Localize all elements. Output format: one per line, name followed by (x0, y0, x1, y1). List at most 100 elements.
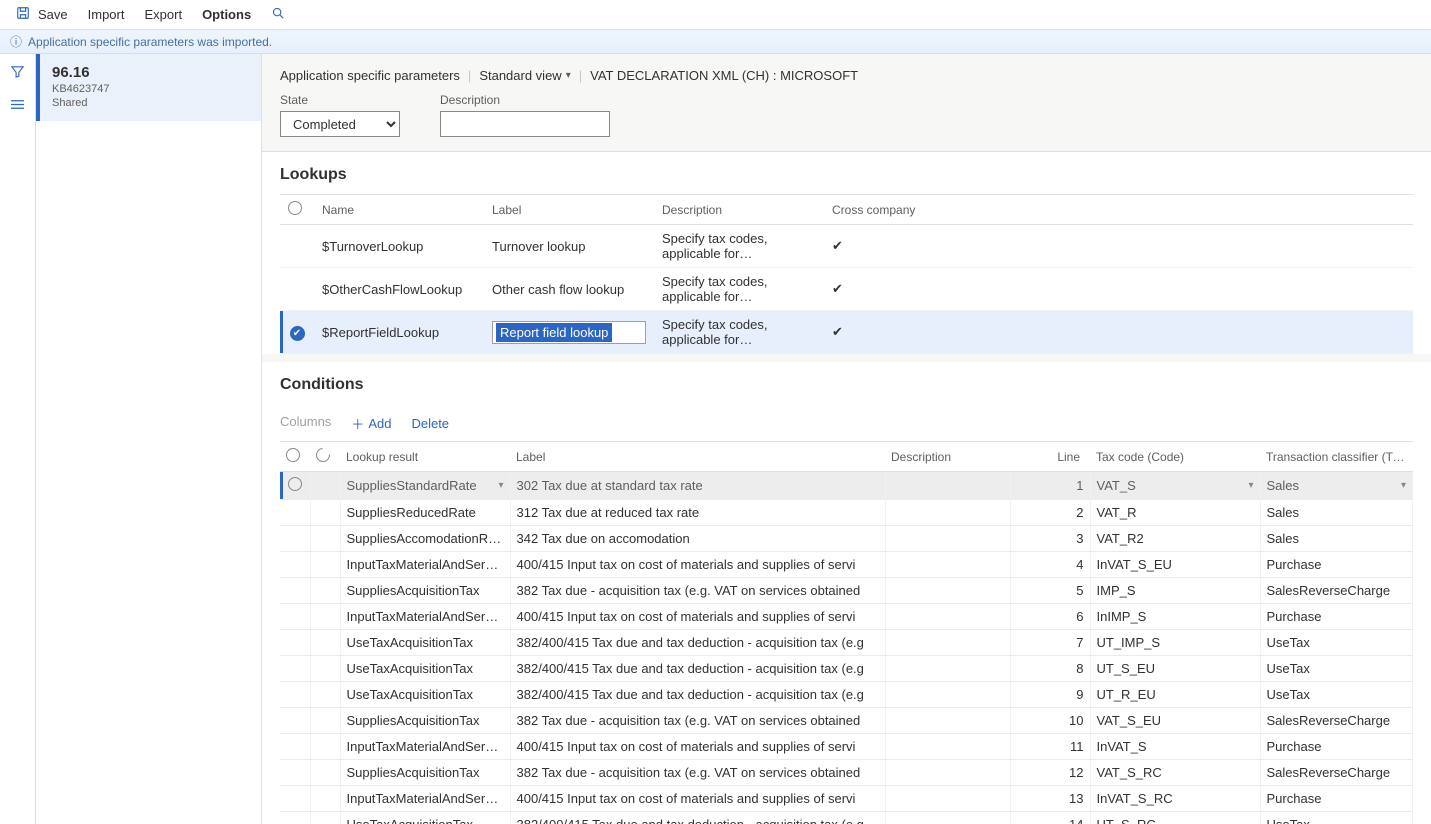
cell-txclass[interactable]: Sales▾ (1260, 472, 1413, 500)
cell-taxcode[interactable]: InIMP_S (1090, 604, 1260, 630)
col-txclass[interactable]: Transaction classifier (TransactionCla… (1260, 442, 1413, 472)
table-row[interactable]: UseTaxAcquisitionTax382/400/415 Tax due … (280, 682, 1413, 708)
cell-txclass[interactable]: SalesReverseCharge (1260, 760, 1413, 786)
cell-txclass[interactable]: Purchase (1260, 786, 1413, 812)
row-selector[interactable] (280, 225, 314, 268)
cell-taxcode[interactable]: InVAT_S_RC (1090, 786, 1260, 812)
col-name[interactable]: Name (314, 195, 484, 225)
col-cross[interactable]: Cross company (824, 195, 1413, 225)
select-all-header[interactable] (280, 195, 314, 225)
table-row[interactable]: UseTaxAcquisitionTax382/400/415 Tax due … (280, 812, 1413, 824)
table-row[interactable]: SuppliesAcquisitionTax382 Tax due - acqu… (280, 708, 1413, 734)
cell-result[interactable]: SuppliesAccomodationRate (340, 526, 510, 552)
table-row[interactable]: SuppliesStandardRate▾302 Tax due at stan… (280, 472, 1413, 500)
table-row[interactable]: UseTaxAcquisitionTax382/400/415 Tax due … (280, 656, 1413, 682)
col-label[interactable]: Label (484, 195, 654, 225)
search-button[interactable] (261, 0, 299, 29)
cell-txclass[interactable]: Purchase (1260, 734, 1413, 760)
cell-result[interactable]: SuppliesReducedRate (340, 500, 510, 526)
row-selector[interactable] (280, 708, 310, 734)
cell-taxcode[interactable]: UT_S_EU (1090, 656, 1260, 682)
cell-result[interactable]: SuppliesAcquisitionTax (340, 760, 510, 786)
table-row[interactable]: SuppliesAccomodationRate342 Tax due on a… (280, 526, 1413, 552)
cell-label[interactable]: Report field lookup (484, 311, 654, 354)
row-selector[interactable]: ✔ (280, 311, 314, 354)
save-button[interactable]: Save (6, 0, 78, 29)
row-selector[interactable] (280, 472, 310, 500)
version-item[interactable]: 96.16 KB4623747 Shared (36, 54, 261, 121)
table-row[interactable]: SuppliesReducedRate312 Tax due at reduce… (280, 500, 1413, 526)
export-button[interactable]: Export (134, 0, 192, 29)
cell-taxcode[interactable]: VAT_S▾ (1090, 472, 1260, 500)
row-selector[interactable] (280, 656, 310, 682)
row-selector[interactable] (280, 604, 310, 630)
cell-txclass[interactable]: Purchase (1260, 604, 1413, 630)
col-taxcode[interactable]: Tax code (Code) (1090, 442, 1260, 472)
cell-taxcode[interactable]: IMP_S (1090, 578, 1260, 604)
col-line[interactable]: Line (1010, 442, 1090, 472)
cell-txclass[interactable]: UseTax (1260, 630, 1413, 656)
cell-label[interactable]: Turnover lookup (484, 225, 654, 268)
table-row[interactable]: SuppliesAcquisitionTax382 Tax due - acqu… (280, 578, 1413, 604)
cell-result[interactable]: InputTaxMaterialAndServices (340, 786, 510, 812)
cell-result[interactable]: SuppliesAcquisitionTax (340, 708, 510, 734)
add-button[interactable]: ＋ Add (351, 414, 391, 433)
col-label[interactable]: Label (510, 442, 885, 472)
cell-taxcode[interactable]: UT_R_EU (1090, 682, 1260, 708)
row-selector[interactable] (280, 552, 310, 578)
row-selector[interactable] (280, 812, 310, 824)
cell-txclass[interactable]: Sales (1260, 500, 1413, 526)
cell-result[interactable]: InputTaxMaterialAndServices (340, 552, 510, 578)
cell-txclass[interactable]: SalesReverseCharge (1260, 708, 1413, 734)
col-desc[interactable]: Description (885, 442, 1010, 472)
cell-result[interactable]: SuppliesStandardRate▾ (340, 472, 510, 500)
cell-txclass[interactable]: UseTax (1260, 812, 1413, 824)
table-row[interactable]: InputTaxMaterialAndServices400/415 Input… (280, 786, 1413, 812)
cell-taxcode[interactable]: VAT_R (1090, 500, 1260, 526)
cell-taxcode[interactable]: VAT_S_EU (1090, 708, 1260, 734)
cell-result[interactable]: UseTaxAcquisitionTax (340, 656, 510, 682)
options-button[interactable]: Options (192, 0, 261, 29)
state-select[interactable]: Completed (280, 111, 400, 137)
cell-txclass[interactable]: Sales (1260, 526, 1413, 552)
table-row[interactable]: InputTaxMaterialAndServices400/415 Input… (280, 604, 1413, 630)
refresh-header[interactable] (310, 442, 340, 472)
table-row[interactable]: SuppliesAcquisitionTax382 Tax due - acqu… (280, 760, 1413, 786)
cell-result[interactable]: InputTaxMaterialAndServices (340, 604, 510, 630)
cell-result[interactable]: InputTaxMaterialAndServices (340, 734, 510, 760)
cell-label[interactable]: Other cash flow lookup (484, 268, 654, 311)
cell-result[interactable]: UseTaxAcquisitionTax (340, 682, 510, 708)
cell-taxcode[interactable]: UT_S_RC (1090, 812, 1260, 824)
description-input[interactable] (440, 111, 610, 137)
col-desc[interactable]: Description (654, 195, 824, 225)
row-selector[interactable] (280, 734, 310, 760)
cell-taxcode[interactable]: VAT_R2 (1090, 526, 1260, 552)
select-all-header[interactable] (280, 442, 310, 472)
row-selector[interactable] (280, 578, 310, 604)
table-row[interactable]: InputTaxMaterialAndServices400/415 Input… (280, 552, 1413, 578)
cell-txclass[interactable]: Purchase (1260, 552, 1413, 578)
table-row[interactable]: $TurnoverLookupTurnover lookupSpecify ta… (280, 225, 1413, 268)
row-selector[interactable] (280, 500, 310, 526)
cell-taxcode[interactable]: InVAT_S_EU (1090, 552, 1260, 578)
cell-txclass[interactable]: UseTax (1260, 682, 1413, 708)
cell-txclass[interactable]: SalesReverseCharge (1260, 578, 1413, 604)
row-selector[interactable] (280, 682, 310, 708)
cell-result[interactable]: SuppliesAcquisitionTax (340, 578, 510, 604)
table-row[interactable]: $OtherCashFlowLookupOther cash flow look… (280, 268, 1413, 311)
table-row[interactable]: ✔$ReportFieldLookupReport field lookupSp… (280, 311, 1413, 354)
cell-taxcode[interactable]: VAT_S_RC (1090, 760, 1260, 786)
cell-result[interactable]: UseTaxAcquisitionTax (340, 630, 510, 656)
col-lookup-result[interactable]: Lookup result (340, 442, 510, 472)
table-row[interactable]: InputTaxMaterialAndServices400/415 Input… (280, 734, 1413, 760)
cell-txclass[interactable]: UseTax (1260, 656, 1413, 682)
row-selector[interactable] (280, 630, 310, 656)
row-selector[interactable] (280, 526, 310, 552)
view-selector[interactable]: Standard view ▾ (479, 68, 570, 83)
table-row[interactable]: UseTaxAcquisitionTax382/400/415 Tax due … (280, 630, 1413, 656)
row-selector[interactable] (280, 760, 310, 786)
row-selector[interactable] (280, 786, 310, 812)
cell-result[interactable]: UseTaxAcquisitionTax (340, 812, 510, 824)
cell-taxcode[interactable]: UT_IMP_S (1090, 630, 1260, 656)
cell-taxcode[interactable]: InVAT_S (1090, 734, 1260, 760)
